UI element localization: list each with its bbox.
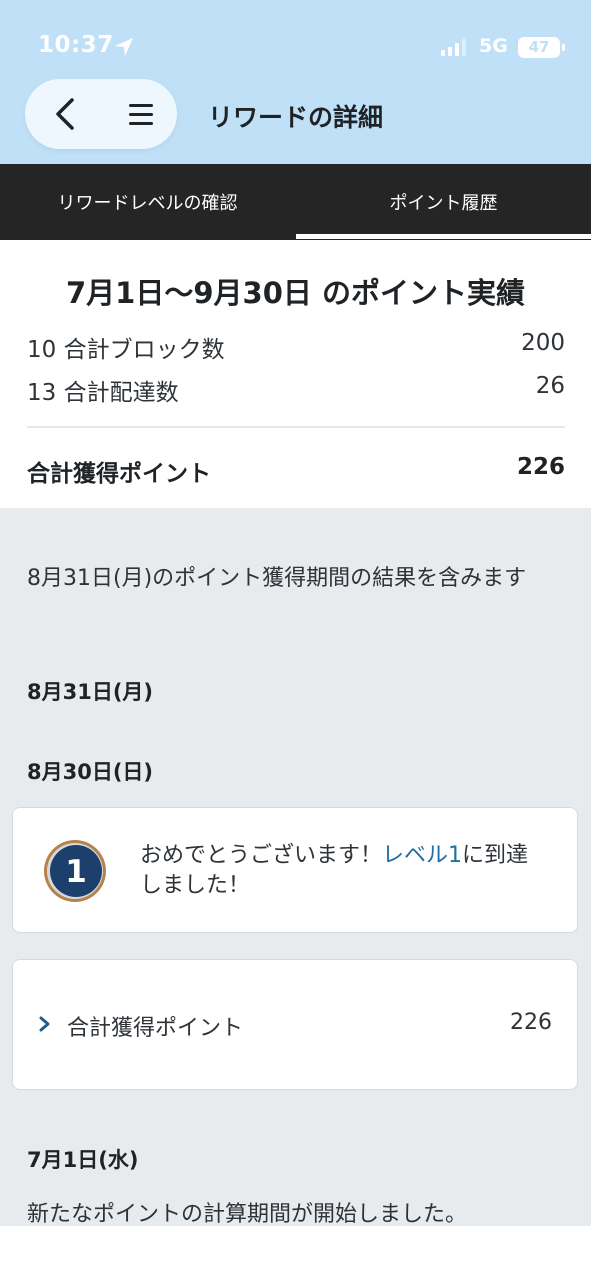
points-summary: 7月1日〜9月30日 のポイント実績 10 合計ブロック数 200 13 合計配… xyxy=(0,240,591,508)
period-note: 8月31日(月)のポイント獲得期間の結果を含みます xyxy=(27,566,527,591)
summary-row-label: 10 合計ブロック数 xyxy=(27,337,225,363)
page-title: リワードの詳細 xyxy=(208,103,384,132)
active-tab-indicator xyxy=(296,234,591,239)
points-card-value: 226 xyxy=(510,1010,552,1035)
total-points-label: 合計獲得ポイント xyxy=(27,461,211,487)
header-area: 10:37 5G 47 リワードの詳細 xyxy=(0,0,591,164)
summary-row-deliveries: 13 合計配達数 26 xyxy=(27,373,565,407)
period-start-message: 新たなポイントの計算期間が開始しました。 xyxy=(27,1202,468,1227)
back-icon[interactable] xyxy=(45,94,85,134)
tab-bar: リワードレベルの確認 ポイント履歴 xyxy=(0,164,591,240)
summary-row-value: 26 xyxy=(535,373,565,399)
level-badge-number: 1 xyxy=(65,854,87,890)
level-badge-icon: 1 xyxy=(43,839,107,903)
battery-icon: 47 xyxy=(518,37,565,58)
level-up-message: おめでとうございます！レベル1に到達しました！ xyxy=(140,841,550,901)
tab-points-history[interactable]: ポイント履歴 xyxy=(296,164,591,240)
level-link[interactable]: レベル1 xyxy=(382,843,462,868)
nav-pill xyxy=(25,79,177,149)
history-date: 8月31日(月) xyxy=(27,680,154,704)
history-date: 7月1日(水) xyxy=(27,1148,139,1172)
status-time: 10:37 xyxy=(38,32,114,58)
points-card-label: 合計獲得ポイント xyxy=(67,1016,244,1041)
divider xyxy=(27,426,565,428)
signal-icon xyxy=(441,39,466,56)
hamburger-menu-icon[interactable] xyxy=(123,96,159,132)
level-up-text: おめでとうございます！ xyxy=(140,843,383,868)
chevron-right-icon xyxy=(39,1016,50,1032)
history-date: 8月30日(日) xyxy=(27,760,154,784)
level-up-card: 1 おめでとうございます！レベル1に到達しました！ xyxy=(12,807,578,933)
total-points-value: 226 xyxy=(516,454,565,480)
summary-row-value: 200 xyxy=(521,330,565,356)
tab-reward-level[interactable]: リワードレベルの確認 xyxy=(0,164,295,240)
status-bar: 10:37 5G 47 xyxy=(0,0,591,80)
network-type: 5G xyxy=(479,35,508,57)
summary-row-blocks: 10 合計ブロック数 200 xyxy=(27,330,565,364)
total-points-card[interactable]: 合計獲得ポイント 226 xyxy=(12,959,578,1090)
bottom-area xyxy=(0,1226,591,1280)
summary-title: 7月1日〜9月30日 のポイント実績 xyxy=(66,276,525,310)
summary-row-label: 13 合計配達数 xyxy=(27,380,179,406)
location-arrow-icon xyxy=(115,38,133,56)
summary-total-row: 合計獲得ポイント 226 xyxy=(27,454,565,488)
points-history: 8月31日(月)のポイント獲得期間の結果を含みます 8月31日(月) 8月30日… xyxy=(0,508,591,1227)
